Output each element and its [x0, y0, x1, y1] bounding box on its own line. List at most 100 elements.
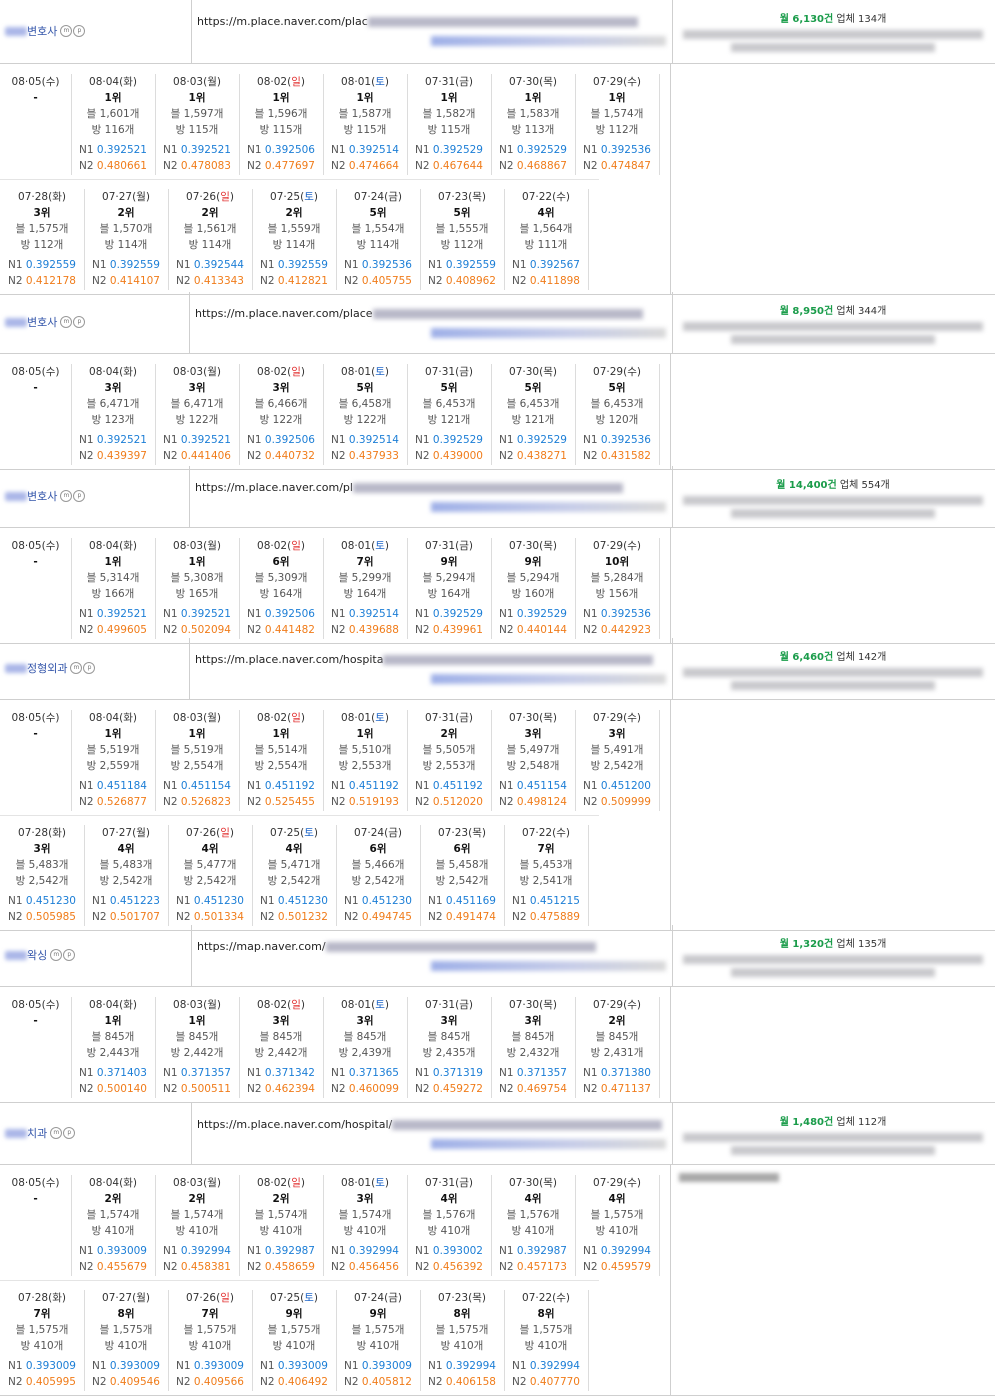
n2-score: N2 0.439961: [407, 622, 491, 638]
n2-label: N2: [583, 450, 598, 462]
n2-score: N2 0.411898: [504, 273, 588, 289]
keyword-block: 왁싱 m p https://map.naver.com/월 1,320건 업체 13…: [0, 925, 995, 1103]
rank-cell: 07·30(목) 3위 블 845개 방 2,432개 N1 0.371357 N2 0.…: [491, 997, 576, 1098]
n1-label: N1: [8, 1360, 23, 1372]
rank-value: 5위: [453, 207, 471, 219]
place-name[interactable]: 변호사 m p: [5, 314, 86, 330]
rank-cell: 08·01(토) 5위 블 6,458개 방 122개 N1 0.392514 N2 0.…: [323, 364, 408, 465]
date-label: 08·05(수): [0, 538, 71, 554]
place-url-link[interactable]: https://m.place.naver.com/pl: [195, 481, 623, 494]
n2-score: N2 0.502094: [155, 622, 239, 638]
place-name-suffix: 치과: [27, 1127, 48, 1140]
cafe-count: 방 112개: [20, 239, 64, 251]
blog-count: 블 1,576개: [422, 1209, 476, 1221]
place-url-link[interactable]: https://m.place.naver.com/plac: [197, 15, 638, 28]
n2-score: N2 0.471137: [575, 1081, 659, 1097]
blog-count: 블 6,453개: [506, 398, 560, 410]
date-label: 07·29(수): [575, 997, 659, 1013]
n2-label: N2: [79, 1083, 94, 1095]
rank-cell: 07·30(목) 4위 블 1,576개 방 410개 N1 0.392987 N2 0.…: [491, 1175, 576, 1276]
n1-score: N1 0.392529: [407, 432, 491, 448]
n2-label: N2: [415, 1261, 430, 1273]
rank-value: 3위: [104, 382, 122, 394]
rank-value: 2위: [104, 1193, 122, 1205]
n1-label: N1: [247, 434, 262, 446]
place-url-link[interactable]: https://m.place.naver.com/place: [195, 307, 643, 320]
rank-value: 5위: [356, 382, 374, 394]
weekday: 일: [291, 1177, 301, 1189]
place-url-link[interactable]: https://m.place.naver.com/hospital/: [197, 1118, 663, 1131]
place-name[interactable]: 왁싱 m p: [5, 947, 76, 963]
n1-value: 0.451230: [25, 895, 76, 907]
cafe-count: 방 164개: [343, 588, 387, 600]
n2-label: N2: [79, 796, 94, 808]
cafe-count: 방 410개: [272, 1340, 316, 1352]
rank-cell: 08·05(수) -: [0, 364, 72, 465]
weekday: 일: [291, 540, 301, 552]
mobile-icon: m: [50, 1127, 63, 1139]
url-cell: https://m.place.naver.com/hospital/: [191, 1103, 673, 1164]
rank-value: 1위: [188, 92, 206, 104]
n1-score: N1 0.371357: [155, 1065, 239, 1081]
n2-label: N2: [79, 160, 94, 172]
place-name[interactable]: 정형외과 m p: [5, 660, 96, 676]
n1-score: N1 0.392559: [420, 257, 504, 273]
n2-label: N2: [499, 160, 514, 172]
date-text-close: ): [55, 712, 60, 724]
date-text: 07·22(: [522, 827, 557, 839]
date-text-close: ): [565, 191, 570, 203]
n2-score: N2 0.500140: [71, 1081, 155, 1097]
rank-value: -: [33, 382, 38, 394]
rank-value: 3위: [356, 1015, 374, 1027]
date-text-close: ): [55, 366, 60, 378]
rank-cell: 07·29(수) 5위 블 6,453개 방 120개 N1 0.392536 N2 0.…: [575, 364, 660, 465]
place-name[interactable]: 변호사 m p: [5, 488, 86, 504]
rank-cell: 08·02(일) 3위 블 845개 방 2,442개 N1 0.371342 N2 0.…: [239, 997, 324, 1098]
n1-value: 0.451154: [516, 780, 567, 792]
cafe-count: 방 410개: [259, 1225, 303, 1237]
place-name[interactable]: 변호사 m p: [5, 23, 86, 39]
n1-label: N1: [415, 144, 430, 156]
rank-cell: 07·28(화) 3위 블 1,575개 방 112개 N1 0.392559 N2 0.…: [0, 189, 85, 290]
blog-count: 블 5,483개: [15, 859, 69, 871]
date-text-close: ): [55, 76, 60, 88]
n1-score: N1 0.451154: [491, 778, 575, 794]
business-count: 업체 344개: [836, 306, 887, 317]
n1-value: 0.392987: [516, 1245, 567, 1257]
date-text: 08·01(: [341, 76, 376, 88]
n1-score: N1 0.451223: [84, 893, 168, 909]
n1-label: N1: [331, 1067, 346, 1079]
n1-label: N1: [583, 780, 598, 792]
n2-score: N2 0.405812: [336, 1374, 420, 1390]
rank-cell: 08·01(토) 3위 블 1,574개 방 410개 N1 0.392994 N2 0.…: [323, 1175, 408, 1276]
blog-count: 블 5,294개: [422, 572, 476, 584]
n2-value: 0.500511: [180, 1083, 231, 1095]
n2-value: 0.431582: [600, 450, 651, 462]
n1-score: N1 0.392529: [491, 432, 575, 448]
place-name[interactable]: 치과 m p: [5, 1125, 76, 1141]
redacted-url: [372, 309, 643, 319]
weekday: 화: [123, 999, 133, 1011]
blog-count: 블 1,574개: [338, 1209, 392, 1221]
n1-label: N1: [79, 1067, 94, 1079]
n1-value: 0.392506: [264, 144, 315, 156]
date-text-close: ): [397, 827, 402, 839]
rank-cell: 07·30(목) 3위 블 5,497개 방 2,548개 N1 0.451154 N2 …: [491, 710, 576, 811]
n2-score: N2 0.414107: [84, 273, 168, 289]
n1-label: N1: [415, 434, 430, 446]
n2-label: N2: [247, 450, 262, 462]
weekday: 월: [207, 712, 217, 724]
n2-label: N2: [583, 1261, 598, 1273]
n1-label: N1: [428, 1360, 443, 1372]
rank-value: 1위: [104, 728, 122, 740]
weekday: 화: [123, 76, 133, 88]
date-text-close: ): [300, 712, 305, 724]
place-url-link[interactable]: https://map.naver.com/: [197, 940, 596, 953]
redacted-categories: [683, 322, 983, 331]
rank-value: 9위: [440, 556, 458, 568]
place-url-link[interactable]: https://m.place.naver.com/hospita: [195, 653, 654, 666]
blog-count: 블 1,575개: [267, 1324, 321, 1336]
redacted-categories: [683, 955, 983, 964]
weekday: 금: [459, 76, 469, 88]
date-label: 08·05(수): [0, 710, 71, 726]
